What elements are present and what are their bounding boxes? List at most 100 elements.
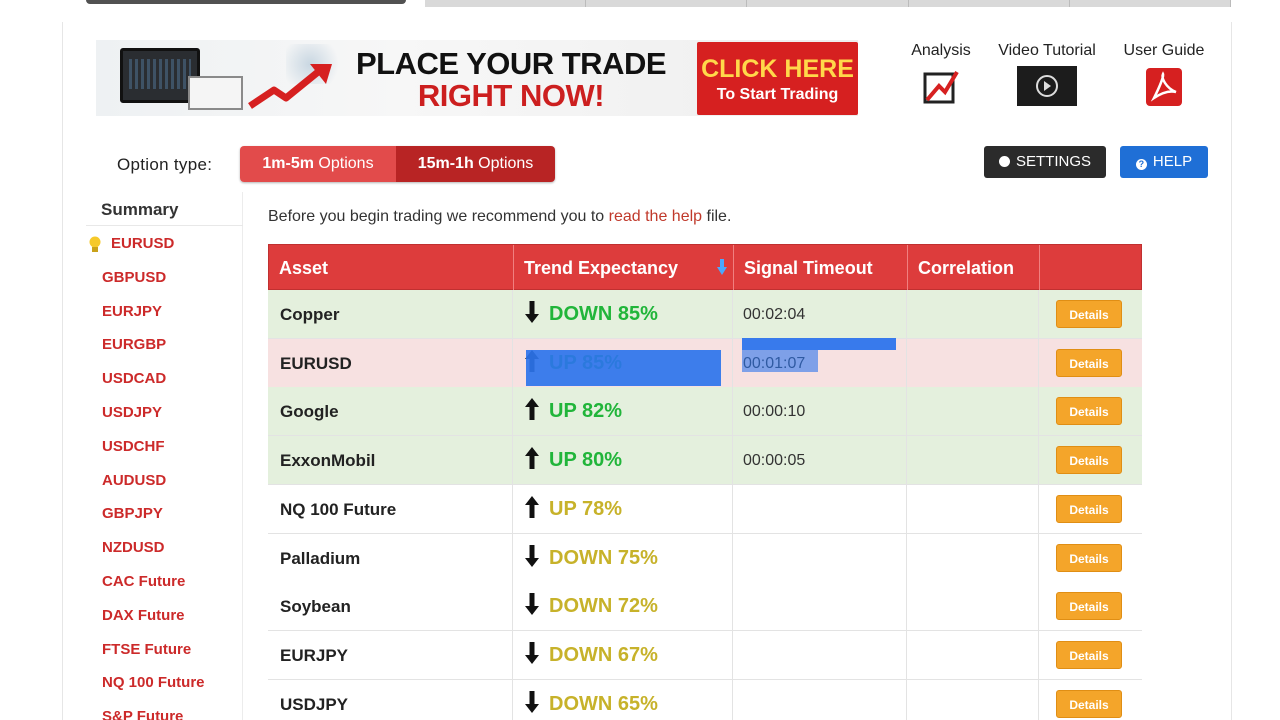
asset-name: EURJPY <box>268 630 513 680</box>
action-cell: Details <box>1039 534 1142 583</box>
details-button[interactable]: Details <box>1056 397 1122 426</box>
read-help-link[interactable]: read the help <box>609 208 702 225</box>
lightbulb-icon <box>89 236 101 252</box>
banner-subheadline: RIGHT NOW! <box>417 78 605 113</box>
click-here-button[interactable]: CLICK HERE To Start Trading <box>697 42 858 115</box>
trend-value: UP 80% <box>549 449 623 472</box>
trend-expectancy: DOWN 65% <box>513 679 733 720</box>
header-asset[interactable]: Asset <box>269 245 514 291</box>
top-nav <box>425 0 1232 7</box>
action-cell: Details <box>1039 339 1142 388</box>
details-button[interactable]: Details <box>1056 494 1122 523</box>
sidebar-asset-link[interactable]: EURUSD <box>111 235 174 252</box>
correlation-cell <box>907 436 1039 486</box>
table-row: Palladium DOWN 75% Details <box>268 533 1142 583</box>
table-row: NQ 100 Future UP 78% Details <box>268 484 1142 534</box>
correlation-cell <box>907 290 1039 339</box>
sort-down-icon[interactable] <box>717 259 727 275</box>
signal-timeout: 00:00:05 <box>733 436 907 486</box>
sidebar-asset-link[interactable]: FTSE Future <box>102 641 191 658</box>
sidebar-asset-link[interactable]: AUDUSD <box>102 472 166 489</box>
user-guide-link[interactable]: User Guide <box>1116 42 1212 108</box>
play-video-icon <box>1017 66 1077 106</box>
sidebar-asset-link[interactable]: EURJPY <box>102 303 162 320</box>
sidebar-asset-link[interactable]: GBPUSD <box>102 269 166 286</box>
details-button[interactable]: Details <box>1056 592 1122 621</box>
pdf-icon <box>1146 68 1182 106</box>
banner-headline: PLACE YOUR TRADE <box>355 46 667 81</box>
asset-name: ExxonMobil <box>268 436 513 486</box>
sidebar-asset-link[interactable]: NQ 100 Future <box>102 674 205 691</box>
help-button[interactable]: ? HELP <box>1120 146 1208 178</box>
sidebar-summary-tab[interactable]: Summary <box>86 192 243 226</box>
trend-expectancy: UP 80% <box>513 436 733 486</box>
option-type-label: Option type: <box>117 155 213 174</box>
asset-name: Copper <box>268 290 513 339</box>
analysis-link[interactable]: Analysis <box>905 42 977 106</box>
arrow-down-icon <box>525 293 539 323</box>
action-cell: Details <box>1039 290 1142 339</box>
settings-label: SETTINGS <box>1015 153 1091 170</box>
action-cell: Details <box>1039 631 1142 680</box>
option-1-suffix: Options <box>313 155 374 172</box>
details-button[interactable]: Details <box>1056 300 1122 328</box>
trend-value: DOWN 72% <box>549 595 658 618</box>
settings-button[interactable]: SETTINGS <box>984 146 1106 178</box>
sidebar-asset-link[interactable]: CAC Future <box>102 573 185 590</box>
signal-timeout <box>733 484 907 534</box>
header-trend-label: Trend Expectancy <box>524 258 679 278</box>
header-trend-expectancy[interactable]: Trend Expectancy <box>514 245 734 291</box>
trend-value: UP 78% <box>549 497 623 520</box>
action-cell: Details <box>1039 485 1142 534</box>
rising-arrow-icon <box>248 64 332 109</box>
table-row: Copper DOWN 85% 00:02:04 Details <box>268 290 1142 339</box>
arrow-up-icon <box>525 390 539 421</box>
trend-value: DOWN 65% <box>549 692 658 715</box>
details-button[interactable]: Details <box>1056 348 1122 377</box>
details-button[interactable]: Details <box>1056 689 1122 718</box>
option-15m-1h-button[interactable]: 15m-1h Options <box>396 146 555 182</box>
correlation-cell <box>907 630 1039 680</box>
sidebar-asset-link[interactable]: DAX Future <box>102 607 185 624</box>
sidebar-asset-link[interactable]: USDCAD <box>102 370 166 387</box>
sidebar-asset-link[interactable]: EURGBP <box>102 336 166 353</box>
analysis-icon <box>923 70 959 104</box>
sidebar-asset-link[interactable]: NZDUSD <box>102 539 165 556</box>
trend-value: DOWN 67% <box>549 643 658 666</box>
analysis-label: Analysis <box>911 42 971 59</box>
action-cell: Details <box>1039 680 1142 720</box>
text-selection-highlight <box>526 350 721 386</box>
trend-expectancy: UP 82% <box>513 387 733 437</box>
arrow-down-icon <box>525 683 539 713</box>
sidebar-asset-link[interactable]: S&P Future <box>102 708 183 720</box>
video-tutorial-link[interactable]: Video Tutorial <box>988 42 1106 106</box>
option-2-range: 15m-1h <box>417 155 474 172</box>
sidebar-asset-link[interactable]: USDCHF <box>102 438 165 455</box>
table-row: Google UP 82% 00:00:10 Details <box>268 387 1142 437</box>
correlation-cell <box>907 582 1039 632</box>
intro-before: Before you begin trading we recommend yo… <box>268 208 609 225</box>
site-logo[interactable] <box>86 0 406 4</box>
promo-banner[interactable]: PLACE YOUR TRADE RIGHT NOW! CLICK HERE T… <box>96 40 858 116</box>
asset-name: Palladium <box>268 533 513 583</box>
details-button[interactable]: Details <box>1056 543 1122 572</box>
option-1m-5m-button[interactable]: 1m-5m Options <box>240 146 396 182</box>
signal-timeout: 00:00:10 <box>733 387 907 437</box>
arrow-down-icon <box>525 537 539 567</box>
trend-expectancy: DOWN 72% <box>513 582 733 632</box>
sidebar-asset-link[interactable]: USDJPY <box>102 404 162 421</box>
table-row: ExxonMobil UP 80% 00:00:05 Details <box>268 436 1142 486</box>
text-selection-highlight <box>742 338 896 350</box>
correlation-cell <box>907 338 1039 388</box>
details-button[interactable]: Details <box>1056 640 1122 669</box>
header-correlation[interactable]: Correlation <box>908 245 1040 291</box>
sidebar-asset-link[interactable]: GBPJPY <box>102 505 163 522</box>
signal-timeout <box>733 582 907 632</box>
text-selection-highlight <box>742 350 818 372</box>
table-row: Soybean DOWN 72% Details <box>268 582 1142 632</box>
trend-expectancy: DOWN 85% <box>513 290 733 339</box>
action-cell: Details <box>1039 582 1142 631</box>
details-button[interactable]: Details <box>1056 446 1122 475</box>
arrow-down-icon <box>525 634 539 664</box>
header-signal-timeout[interactable]: Signal Timeout <box>734 245 908 291</box>
